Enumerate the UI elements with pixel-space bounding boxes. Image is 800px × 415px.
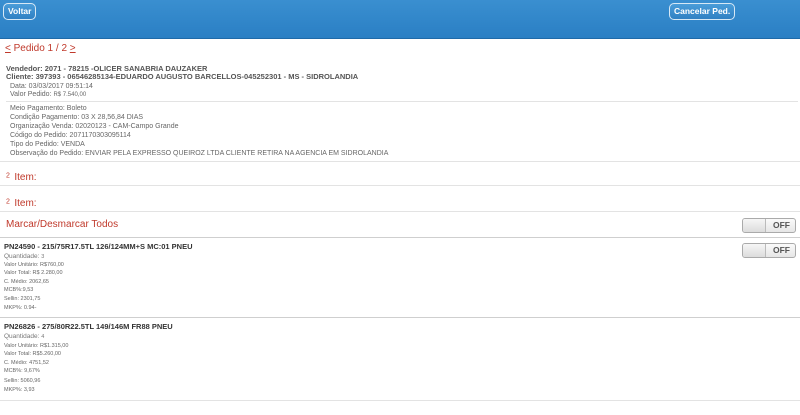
product-title: PN26826 - 275/80R22.5TL 149/146M FR88 PN… [4, 322, 173, 331]
mark-all-label: Marcar/Desmarcar Todos [6, 219, 119, 230]
cancel-order-button[interactable]: Cancelar Ped. [669, 3, 736, 20]
product-unit-price: Valor Unitário: R$1.315,00 [4, 343, 68, 349]
quantity-label: Quantidade: [4, 253, 40, 260]
divider [0, 211, 800, 212]
payment-method: Meio Pagamento: Boleto [10, 105, 87, 112]
sales-organization: Organização Venda: 02020123 - CAM-Campo … [10, 123, 179, 130]
order-pager-title: Pedido 1 / 2 [13, 43, 67, 54]
top-toolbar: Voltar Cancelar Ped. [0, 0, 800, 39]
back-button[interactable]: Voltar [3, 3, 37, 20]
order-value: Valor Pedido: R$ 7.540,00 [10, 91, 86, 98]
mark-all-toggle[interactable]: OFF [742, 218, 796, 233]
unit-price-value: R$760,00 [39, 262, 64, 268]
toggle-state: OFF [773, 245, 790, 255]
product-quantity: Quantidade: 3 [4, 253, 44, 260]
customer-info: Cliente: 397393 - 06546285134-EDUARDO AU… [6, 72, 359, 81]
total-price-label: Valor Total: [4, 351, 32, 357]
toggle-knob [743, 244, 766, 257]
payment-condition: Condição Pagamento: 03 X 28,56,84 DIAS [10, 114, 144, 121]
product-average-cost: C. Médio: 2062,65 [4, 279, 49, 285]
quantity-label: Quantidade: [4, 333, 40, 340]
order-code: Código do Pedido: 2071170303095114 [10, 132, 131, 139]
items-count: 2 [6, 172, 10, 180]
quantity-value: 4 [41, 334, 45, 340]
product-mcb: MCB%: 9,67% [4, 368, 40, 374]
order-date: Data: 03/03/2017 09:51:14 [10, 83, 93, 90]
items-label: Item: [14, 172, 37, 183]
product-total-price: Valor Total: R$ 2.280,00 [4, 270, 63, 276]
total-price-value: R$5.260,00 [32, 351, 61, 357]
items-section-header[interactable]: 2 Item: [6, 193, 37, 211]
items-count: 2 [6, 198, 10, 206]
order-value-label: Valor Pedido: [10, 91, 52, 98]
product-select-toggle[interactable]: OFF [742, 243, 796, 258]
product-unit-price: Valor Unitário: R$760,00 [4, 262, 64, 268]
quantity-value: 3 [41, 254, 45, 260]
unit-price-label: Valor Unitário: [4, 262, 39, 268]
product-average-cost: C. Médio: 4751,52 [4, 360, 49, 366]
product-quantity: Quantidade: 4 [4, 333, 44, 340]
product-mkp: MKP%: 3,93 [4, 387, 35, 393]
order-value-amount: R$ 7.540,00 [53, 92, 87, 98]
next-order-link[interactable]: > [70, 43, 76, 54]
divider [0, 185, 800, 186]
prev-order-link[interactable]: < [5, 43, 11, 54]
order-observation: Observação do Pedido: ENVIAR PELA EXPRES… [10, 150, 389, 157]
divider [0, 161, 800, 162]
unit-price-value: R$1.315,00 [39, 343, 69, 349]
unit-price-label: Valor Unitário: [4, 343, 39, 349]
product-total-price: Valor Total: R$5.260,00 [4, 351, 61, 357]
items-label: Item: [14, 198, 37, 209]
divider [0, 400, 800, 401]
total-price-value: R$ 2.280,00 [32, 270, 63, 276]
items-section-header[interactable]: 2 Item: [6, 167, 37, 185]
divider [0, 237, 800, 238]
product-sellin: Sellin: 5060,96 [4, 378, 41, 384]
divider [0, 317, 800, 318]
product-mcb: MCB%:9,53 [4, 287, 34, 293]
divider [6, 101, 798, 102]
product-sellin: Sellin: 2301,75 [4, 296, 41, 302]
toggle-state: OFF [773, 220, 790, 230]
product-mkp: MKP%: 0.94- [4, 305, 37, 311]
product-title: PN24590 - 215/75R17.5TL 126/124MM+S MC:0… [4, 242, 193, 251]
order-pager: < Pedido 1 / 2 > [5, 43, 76, 54]
order-type: Tipo do Pedido: VENDA [10, 141, 85, 148]
toggle-knob [743, 219, 766, 232]
total-price-label: Valor Total: [4, 270, 32, 276]
